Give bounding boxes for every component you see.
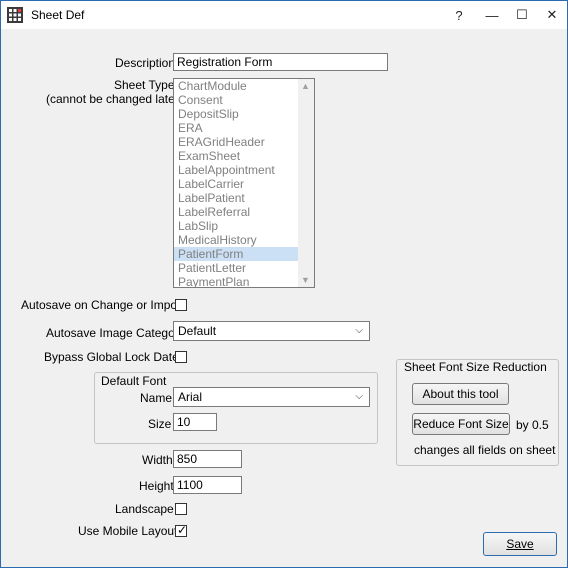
sheet-type-item[interactable]: ERA	[174, 121, 314, 135]
font-size-label: Size	[148, 417, 172, 431]
sheet-type-item[interactable]: LabSlip	[174, 219, 314, 233]
check-icon: ✓	[177, 523, 188, 537]
font-name-value: Arial	[178, 390, 203, 404]
sheet-type-item[interactable]: LabelPatient	[174, 191, 314, 205]
about-tool-button[interactable]: About this tool	[412, 383, 509, 405]
sheet-def-window: Sheet Def ? — ☐ ✕ Description Registrati…	[0, 0, 568, 568]
bypass-lock-label: Bypass Global Lock Date	[44, 350, 179, 364]
minimize-button[interactable]: —	[477, 1, 507, 29]
app-grid-icon	[7, 7, 23, 23]
form-body: Description Registration Form Sheet Type…	[1, 30, 567, 567]
window-title: Sheet Def	[31, 8, 85, 22]
description-label: Description	[115, 56, 176, 70]
autosave-image-category-value: Default	[178, 324, 217, 338]
sheet-type-item[interactable]: ExamSheet	[174, 149, 314, 163]
default-font-title: Default Font	[99, 374, 169, 388]
font-size-input[interactable]: 10	[173, 413, 217, 431]
sheet-type-item[interactable]: LabelAppointment	[174, 163, 314, 177]
help-button[interactable]: ?	[444, 1, 474, 29]
landscape-checkbox[interactable]	[175, 503, 187, 515]
width-label: Width	[142, 453, 173, 467]
sheet-type-item[interactable]: DepositSlip	[174, 107, 314, 121]
scroll-down-icon[interactable]: ▼	[301, 275, 310, 285]
title-bar: Sheet Def ? — ☐ ✕	[1, 1, 567, 29]
autosave-checkbox[interactable]	[175, 299, 187, 311]
sheet-type-list[interactable]: ChartModule Consent DepositSlip ERA ERAGridH…	[173, 78, 315, 288]
autosave-label: Autosave on Change or Import	[21, 298, 185, 312]
sheet-type-item[interactable]: MedicalHistory	[174, 233, 314, 247]
save-button[interactable]: Save	[483, 532, 557, 556]
autosave-image-category-label: Autosave Image Category	[46, 326, 185, 340]
save-label: Save	[506, 537, 534, 551]
autosave-image-category-select[interactable]: Default ⌵	[173, 321, 370, 341]
font-reduction-title: Sheet Font Size Reduction	[402, 360, 549, 374]
sheet-type-item[interactable]: Consent	[174, 93, 314, 107]
sheet-type-item[interactable]: LabelReferral	[174, 205, 314, 219]
reduce-font-size-button[interactable]: Reduce Font Size	[412, 413, 510, 435]
reduction-amount-label: by 0.5	[516, 418, 549, 432]
bypass-lock-checkbox[interactable]	[175, 351, 187, 363]
sheet-type-item[interactable]: ERAGridHeader	[174, 135, 314, 149]
sheet-type-item[interactable]: PatientForm	[174, 247, 314, 261]
sheet-type-note: (cannot be changed later)	[46, 92, 183, 106]
mobile-layout-checkbox[interactable]: ✓	[175, 523, 188, 537]
description-input[interactable]: Registration Form	[173, 53, 388, 71]
sheet-type-items: ChartModule Consent DepositSlip ERA ERAGridH…	[174, 79, 314, 287]
landscape-label: Landscape	[115, 502, 174, 516]
sheet-type-item[interactable]: PaymentPlan	[174, 275, 314, 287]
close-button[interactable]: ✕	[537, 1, 567, 29]
font-name-label: Name	[140, 391, 173, 405]
chevron-down-icon: ⌵	[355, 325, 363, 336]
mobile-layout-label: Use Mobile Layout	[78, 524, 178, 538]
height-input[interactable]: 1100	[173, 476, 242, 494]
sheet-type-item[interactable]: PatientLetter	[174, 261, 314, 275]
font-name-select[interactable]: Arial ⌵	[173, 387, 370, 407]
sheet-type-item[interactable]: ChartModule	[174, 79, 314, 93]
reduction-note: changes all fields on sheet	[414, 443, 556, 457]
height-label: Height	[139, 479, 174, 493]
scroll-up-icon[interactable]: ▲	[301, 81, 310, 91]
sheet-type-label: Sheet Type	[114, 78, 175, 92]
chevron-down-icon: ⌵	[355, 391, 363, 402]
sheet-type-item[interactable]: LabelCarrier	[174, 177, 314, 191]
list-scrollbar[interactable]: ▲ ▼	[298, 79, 314, 287]
maximize-button[interactable]: ☐	[507, 1, 537, 29]
width-input[interactable]: 850	[173, 450, 242, 468]
